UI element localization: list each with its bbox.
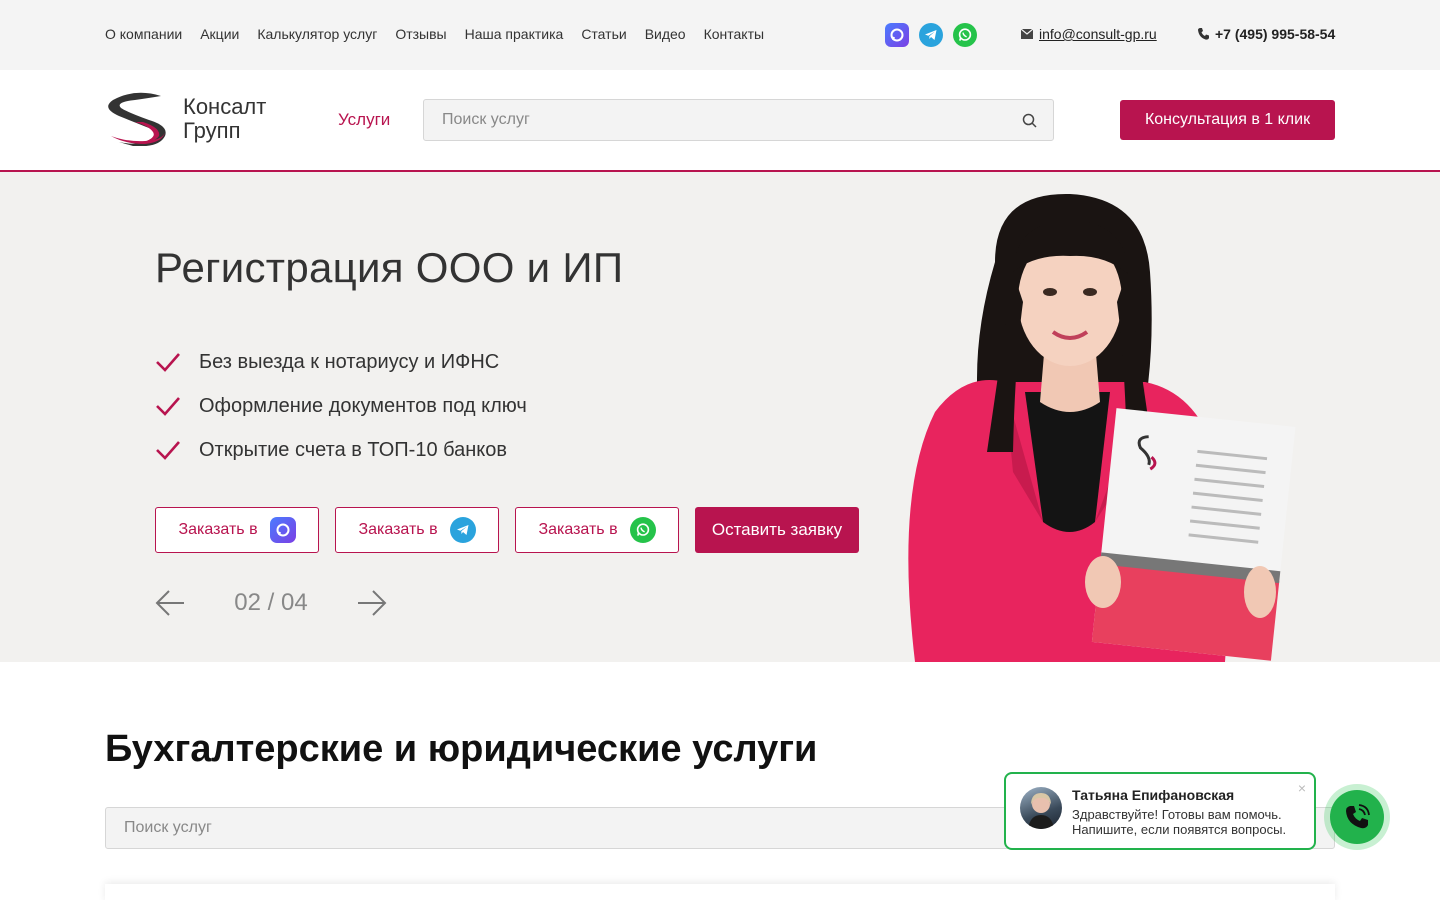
close-icon[interactable]: × — [1298, 780, 1306, 796]
nav-link-calculator[interactable]: Калькулятор услуг — [257, 26, 377, 42]
email-contact: info@consult-gp.ru — [1021, 26, 1157, 42]
phone-number[interactable]: +7 (495) 995-58-54 — [1215, 26, 1335, 42]
services-section-title: Бухгалтерские и юридические услуги — [105, 728, 818, 770]
services-menu-link[interactable]: Услуги — [338, 110, 390, 130]
feature-item: Оформление документов под ключ — [155, 384, 527, 428]
search-icon[interactable] — [1022, 113, 1037, 128]
check-icon — [156, 441, 180, 460]
order-whatsapp-button[interactable]: Заказать в — [515, 507, 679, 553]
order-label: Заказать в — [178, 521, 258, 538]
top-nav: О компании Акции Калькулятор услуг Отзыв… — [105, 26, 764, 42]
nav-link-practice[interactable]: Наша практика — [465, 26, 564, 42]
feature-item: Без выезда к нотариусу и ИФНС — [155, 340, 527, 384]
feature-text: Открытие счета в ТОП-10 банков — [199, 438, 508, 461]
call-button-inner — [1330, 790, 1384, 844]
chat-message: Здравствуйте! Готовы вам помочь. Напишит… — [1072, 807, 1287, 837]
slide-counter: 02 / 04 — [234, 589, 308, 616]
max-icon — [269, 517, 296, 543]
chat-popup[interactable]: Татьяна Епифановская Здравствуйте! Готов… — [1004, 772, 1316, 850]
header-search — [423, 99, 1054, 141]
telegram-icon — [449, 517, 476, 543]
logo-text: Консалт Групп — [183, 95, 266, 143]
call-button[interactable] — [1324, 784, 1390, 850]
order-telegram-button[interactable]: Заказать в — [335, 507, 499, 553]
max-icon[interactable] — [885, 23, 909, 47]
check-icon — [156, 353, 180, 372]
whatsapp-icon[interactable] — [953, 23, 977, 47]
order-buttons: Заказать в Заказать в Заказать в Оставит… — [155, 507, 859, 553]
phone-icon — [1198, 28, 1209, 40]
order-label: Заказать в — [358, 521, 438, 538]
slider-controls: 02 / 04 — [155, 589, 387, 617]
hero-title: Регистрация ООО и ИП — [155, 244, 624, 291]
logo-line-1: Консалт — [183, 94, 267, 119]
feature-text: Без выезда к нотариусу и ИФНС — [199, 350, 500, 373]
feature-item: Открытие счета в ТОП-10 банков — [155, 428, 527, 472]
avatar — [1020, 787, 1062, 829]
email-link[interactable]: info@consult-gp.ru — [1039, 26, 1157, 42]
logo-mark-icon — [108, 92, 166, 146]
consultant-photo — [908, 193, 1296, 662]
nav-link-articles[interactable]: Статьи — [581, 26, 626, 42]
hero-slider: Регистрация ООО и ИП Без выезда к нотари… — [0, 172, 1440, 662]
leave-request-button[interactable]: Оставить заявку — [695, 507, 859, 553]
nav-link-reviews[interactable]: Отзывы — [395, 26, 446, 42]
consultation-button[interactable]: Консультация в 1 клик — [1120, 100, 1335, 140]
header-search-input[interactable] — [424, 100, 1053, 140]
check-icon — [156, 397, 180, 416]
phone-contact: +7 (495) 995-58-54 — [1198, 26, 1335, 42]
services-card — [105, 884, 1335, 900]
main-header: Консалт Групп Услуги Консультация в 1 кл… — [0, 70, 1440, 172]
nav-link-contacts[interactable]: Контакты — [704, 26, 764, 42]
social-links — [885, 23, 977, 47]
nav-link-promotions[interactable]: Акции — [200, 26, 239, 42]
whatsapp-icon — [629, 517, 656, 543]
top-bar: О компании Акции Калькулятор услуг Отзыв… — [0, 0, 1440, 70]
logo[interactable]: Консалт Групп — [105, 92, 266, 146]
feature-text: Оформление документов под ключ — [199, 394, 527, 417]
order-max-button[interactable]: Заказать в — [155, 507, 319, 553]
nav-link-about[interactable]: О компании — [105, 26, 182, 42]
mail-icon — [1021, 29, 1033, 39]
telegram-icon[interactable] — [919, 23, 943, 47]
feature-list: Без выезда к нотариусу и ИФНС Оформление… — [155, 340, 527, 472]
phone-icon — [1346, 804, 1370, 829]
order-label: Заказать в — [538, 521, 618, 538]
chat-agent-name: Татьяна Епифановская — [1072, 787, 1235, 803]
nav-link-video[interactable]: Видео — [645, 26, 686, 42]
arrow-right-icon[interactable] — [357, 589, 387, 617]
logo-line-2: Групп — [183, 118, 241, 143]
